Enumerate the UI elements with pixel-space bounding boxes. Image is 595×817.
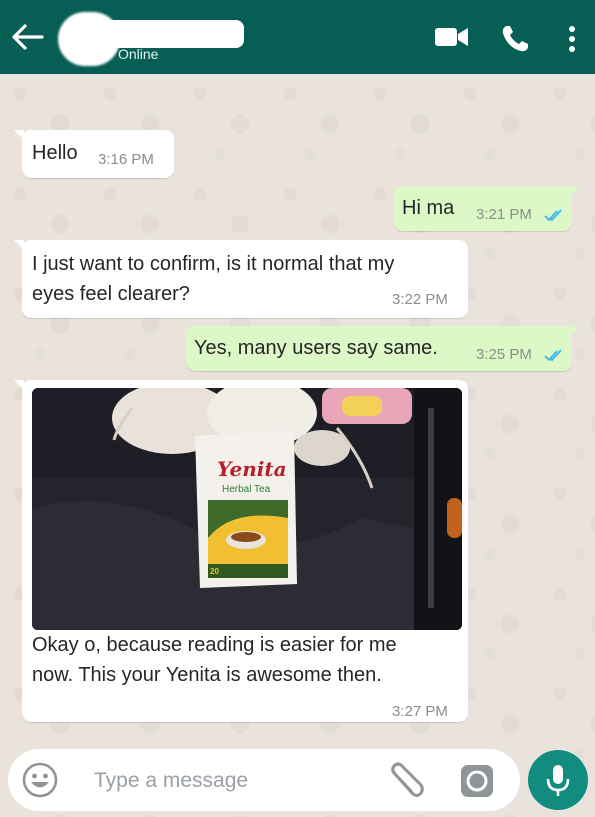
message-composer: Type a message — [8, 749, 520, 811]
message-outgoing[interactable]: Yes, many users say same. 3:25 PM — [186, 326, 580, 371]
message-time: 3:22 PM — [392, 291, 448, 308]
message-text: Hi ma — [402, 197, 455, 219]
chat-header: Online — [0, 0, 595, 74]
message-time: 3:16 PM — [98, 151, 154, 168]
message-text: Hello — [32, 142, 78, 164]
read-ticks-icon — [544, 349, 562, 362]
message-time: 3:25 PM — [476, 346, 532, 363]
message-incoming[interactable]: Hello 3:16 PM — [14, 130, 174, 178]
emoji-icon[interactable] — [22, 762, 58, 798]
message-incoming-image[interactable]: Yenita Herbal Tea 20 Okay o, because rea… — [14, 380, 468, 722]
contact-name-redacted[interactable] — [100, 20, 244, 48]
more-options-icon[interactable] — [566, 24, 578, 54]
message-time: 3:21 PM — [476, 206, 532, 223]
voice-call-icon[interactable] — [500, 24, 530, 54]
mic-button[interactable] — [528, 750, 588, 810]
product-photo: Yenita Herbal Tea 20 — [32, 388, 462, 630]
attach-icon[interactable] — [386, 761, 426, 801]
svg-text:Yenita: Yenita — [217, 457, 287, 481]
back-arrow-icon[interactable] — [10, 22, 44, 52]
camera-icon[interactable] — [460, 764, 494, 798]
message-time: 3:27 PM — [392, 703, 448, 720]
message-text-line: Okay o, because reading is easier for me — [32, 634, 397, 656]
svg-text:20: 20 — [210, 567, 219, 576]
message-outgoing[interactable]: Hi ma 3:21 PM — [394, 186, 580, 231]
message-input[interactable]: Type a message — [94, 769, 248, 793]
message-text: Yes, many users say same. — [194, 337, 438, 359]
message-photo[interactable]: Yenita Herbal Tea 20 — [32, 388, 462, 630]
svg-text:Herbal Tea: Herbal Tea — [222, 484, 271, 495]
message-text-line: eyes feel clearer? — [32, 283, 190, 305]
video-call-icon[interactable] — [434, 24, 470, 50]
message-incoming[interactable]: I just want to confirm, is it normal tha… — [14, 240, 468, 318]
read-ticks-icon — [544, 209, 562, 222]
contact-status: Online — [118, 46, 159, 62]
message-text-line: I just want to confirm, is it normal tha… — [32, 253, 395, 275]
message-text-line: now. This your Yenita is awesome then. — [32, 664, 382, 686]
mic-icon — [546, 765, 570, 796]
